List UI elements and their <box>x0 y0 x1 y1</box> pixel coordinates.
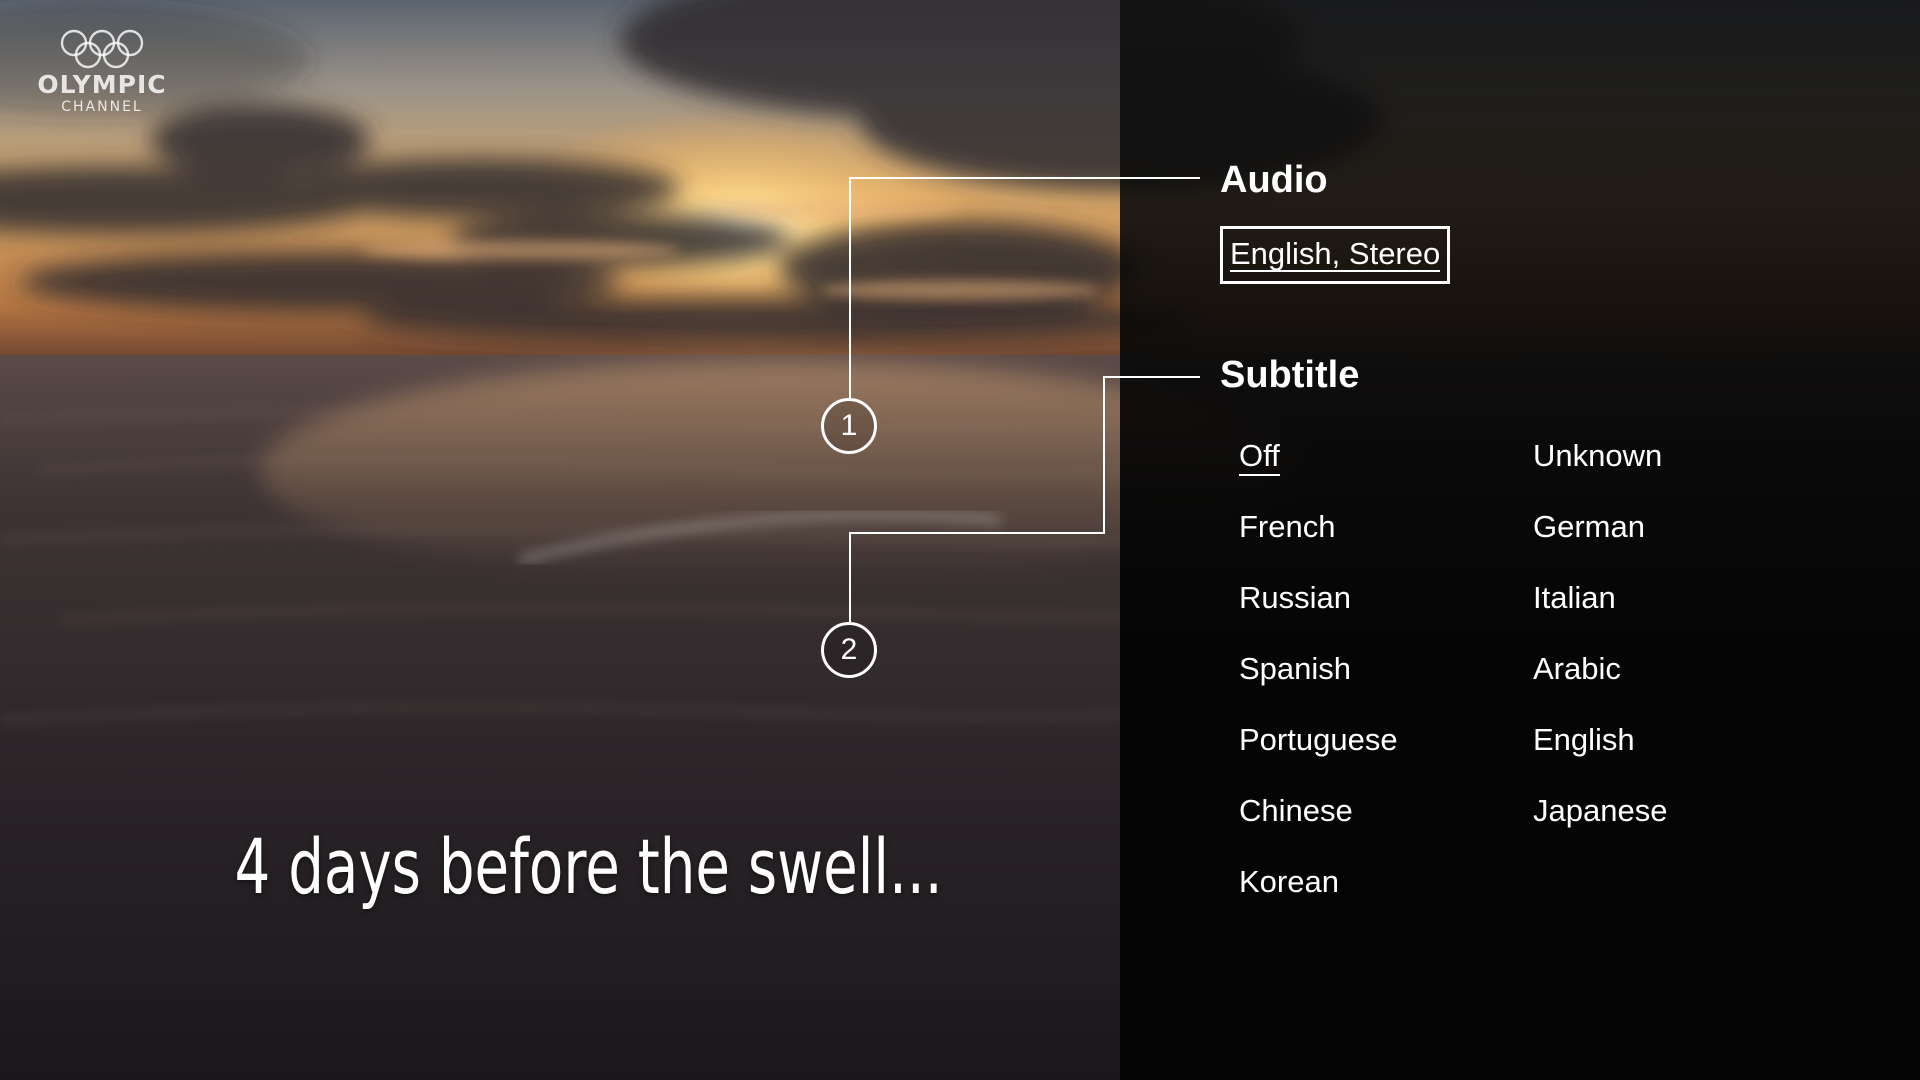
player-screen: OLYMPIC CHANNEL 4 days before the swell.… <box>0 0 1920 1080</box>
audio-track-option[interactable]: English, Stereo <box>1220 226 1451 284</box>
subtitle-language-list: Off Unknown French German Russian Italia… <box>1239 440 1739 920</box>
logo-wordmark: OLYMPIC <box>37 70 167 99</box>
subtitle-option[interactable]: Arabic <box>1533 653 1621 684</box>
subtitle-option[interactable]: Italian <box>1533 582 1616 613</box>
subtitle-option[interactable]: French <box>1239 511 1335 542</box>
subtitle-option[interactable]: Portuguese <box>1239 724 1398 755</box>
subtitle-option[interactable]: Japanese <box>1533 795 1667 826</box>
video-caption: 4 days before the swell... <box>234 822 943 911</box>
subtitle-option[interactable]: Chinese <box>1239 795 1353 826</box>
olympic-channel-logo: OLYMPIC CHANNEL <box>34 28 170 114</box>
audio-section-title: Audio <box>1220 159 1328 201</box>
callout-badge-1: 1 <box>821 398 877 454</box>
subtitle-option[interactable]: German <box>1533 511 1645 542</box>
subtitle-option[interactable]: Spanish <box>1239 653 1351 684</box>
subtitle-option[interactable]: Korean <box>1239 866 1339 897</box>
subtitle-option[interactable]: Unknown <box>1533 440 1662 471</box>
olympic-rings-icon <box>60 29 144 69</box>
subtitle-section-title: Subtitle <box>1220 354 1360 396</box>
subtitle-option[interactable]: Russian <box>1239 582 1351 613</box>
subtitle-option[interactable]: English <box>1533 724 1635 755</box>
audio-track-label: English, Stereo <box>1230 235 1441 273</box>
callout-badge-2: 2 <box>821 622 877 678</box>
subtitle-option[interactable]: Off <box>1239 440 1280 476</box>
logo-subtitle: CHANNEL <box>61 99 143 115</box>
